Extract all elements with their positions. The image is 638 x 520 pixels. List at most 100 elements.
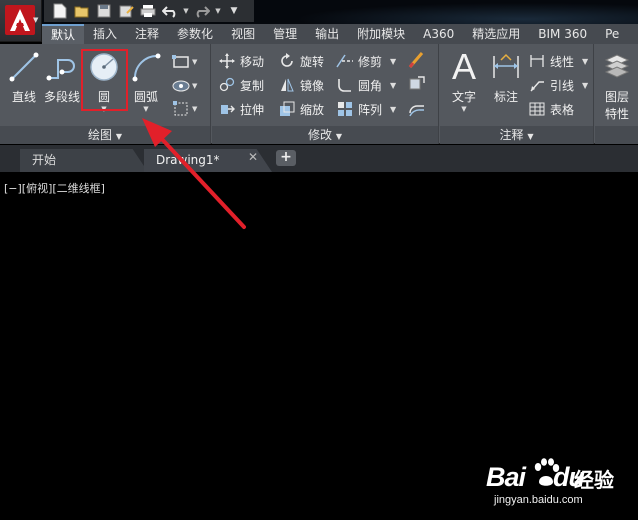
viewport-controls[interactable]: [−][俯视][二维线框] [4, 180, 105, 196]
application-menu-button[interactable]: ▼ [0, 0, 42, 42]
rectangle-icon [172, 55, 189, 68]
polyline-icon [45, 50, 79, 84]
explode-icon [409, 76, 425, 90]
tab-performance[interactable]: Pe [596, 24, 628, 44]
stretch-label: 拉伸 [240, 102, 265, 117]
chevron-down-icon[interactable]: ▼ [582, 81, 588, 90]
chevron-down-icon: ▼ [192, 105, 198, 113]
customize-qat-icon[interactable]: ▼ [224, 2, 244, 20]
table-button[interactable]: 表格 [528, 98, 574, 120]
chevron-down-icon[interactable]: ▼ [390, 105, 396, 114]
tab-annotate[interactable]: 注释 [126, 24, 168, 44]
polyline-button[interactable]: 多段线 [42, 50, 82, 105]
modify-panel-title[interactable]: 修改 ▼ [212, 126, 438, 144]
array-button[interactable]: 阵列 ▼ [336, 98, 396, 120]
region-button[interactable]: ▼ [172, 99, 206, 119]
tab-manage[interactable]: 管理 [264, 24, 306, 44]
erase-icon [408, 52, 424, 68]
modify-panel: 移动 旋转 修剪 ▼ 复制 镜像 圆角 ▼ 拉伸 缩放 阵列 ▼ 修改 ▼ [212, 44, 439, 144]
line-label: 直线 [11, 90, 36, 104]
mirror-icon [278, 76, 296, 94]
line-button[interactable]: 直线 [6, 50, 42, 105]
tab-home[interactable]: 默认 [42, 24, 85, 44]
table-label: 表格 [550, 102, 575, 117]
chevron-down-icon[interactable]: ▼ [390, 81, 396, 90]
save-as-icon[interactable] [116, 2, 136, 20]
fillet-button[interactable]: 圆角 ▼ [336, 74, 396, 96]
explode-button[interactable] [408, 74, 442, 94]
tab-start[interactable]: 开始 [20, 149, 148, 172]
tab-view[interactable]: 视图 [222, 24, 264, 44]
polyline-label: 多段线 [43, 90, 80, 104]
chevron-down-icon[interactable]: ▼ [582, 57, 588, 66]
save-icon[interactable] [94, 2, 114, 20]
modify-panel-title-label: 修改 [308, 128, 333, 142]
move-icon [218, 52, 236, 70]
leader-label: 引线 [550, 78, 575, 93]
open-folder-icon[interactable] [72, 2, 92, 20]
copy-label: 复制 [240, 78, 265, 93]
array-label: 阵列 [358, 102, 383, 117]
watermark-url: jingyan.baidu.com [494, 494, 583, 506]
baidu-jingyan-watermark: Bai du 经验 jingyan.baidu.com [486, 456, 632, 516]
undo-dropdown-icon[interactable]: ▼ [182, 2, 190, 20]
trim-icon [336, 52, 354, 70]
mirror-button[interactable]: 镜像 [278, 74, 324, 96]
move-label: 移动 [240, 54, 265, 69]
document-tab-bar: 开始 Drawing1* [0, 145, 638, 172]
redo-icon[interactable] [192, 2, 212, 20]
erase-button[interactable] [408, 50, 442, 70]
arc-dropdown-icon[interactable]: ▼ [143, 105, 148, 113]
new-file-icon[interactable] [50, 2, 70, 20]
offset-icon [409, 105, 424, 117]
tab-featured-apps[interactable]: 精选应用 [463, 24, 529, 44]
tab-bim360[interactable]: BIM 360 [529, 24, 596, 44]
hatch-button[interactable]: ▼ [172, 76, 206, 96]
scale-icon [278, 100, 296, 118]
move-button[interactable]: 移动 [218, 50, 264, 72]
stretch-button[interactable]: 拉伸 [218, 98, 264, 120]
leader-button[interactable]: 引线 ▼ [528, 74, 588, 96]
arc-button[interactable]: 圆弧 ▼ [128, 50, 164, 113]
tab-output[interactable]: 输出 [306, 24, 348, 44]
linear-dimension-button[interactable]: 线性 ▼ [528, 50, 588, 72]
chevron-down-icon: ▼ [115, 132, 122, 141]
title-background [256, 0, 638, 24]
offset-button[interactable] [408, 98, 442, 118]
hatch-icon [172, 80, 190, 92]
layer-properties-button[interactable]: 图层 特性 [597, 50, 637, 122]
chevron-down-icon[interactable]: ▼ [390, 57, 396, 66]
tab-insert[interactable]: 插入 [84, 24, 126, 44]
trim-button[interactable]: 修剪 ▼ [336, 50, 396, 72]
close-icon[interactable]: ✕ [248, 151, 258, 163]
region-icon [173, 101, 188, 116]
text-dropdown-icon[interactable]: ▼ [461, 105, 466, 113]
annotation-panel: A 文字 ▼ 标注 线性 ▼ 引线 ▼ 表格 注释 ▼ [440, 44, 594, 144]
scale-button[interactable]: 缩放 [278, 98, 324, 120]
rotate-button[interactable]: 旋转 [278, 50, 324, 72]
rectangle-button[interactable]: ▼ [172, 52, 206, 72]
tab-parametric[interactable]: 参数化 [168, 24, 222, 44]
text-button[interactable]: A 文字 ▼ [446, 49, 482, 114]
chevron-down-icon: ▼ [192, 82, 198, 90]
tab-addins[interactable]: 附加模块 [348, 24, 414, 44]
trim-label: 修剪 [358, 54, 383, 69]
layers-panel-title[interactable] [595, 126, 638, 144]
new-tab-button[interactable]: + [276, 150, 296, 166]
fillet-icon [336, 76, 354, 94]
rotate-label: 旋转 [300, 54, 325, 69]
undo-icon[interactable] [160, 2, 180, 20]
print-icon[interactable] [138, 2, 158, 20]
redo-dropdown-icon[interactable]: ▼ [214, 2, 222, 20]
copy-button[interactable]: 复制 [218, 74, 264, 96]
watermark-jingyan: 经验 [574, 468, 614, 492]
line-icon [7, 50, 41, 84]
dimension-button[interactable]: 标注 [488, 50, 524, 105]
tab-a360[interactable]: A360 [414, 24, 463, 44]
leader-icon [528, 76, 546, 94]
annotation-panel-title[interactable]: 注释 ▼ [440, 126, 593, 144]
draw-panel-title-label: 绘图 [88, 128, 113, 142]
draw-panel-title[interactable]: 绘图 ▼ [0, 126, 210, 144]
layer-properties-label-line2: 特性 [604, 107, 629, 121]
layer-properties-label-line1: 图层 [604, 90, 629, 104]
